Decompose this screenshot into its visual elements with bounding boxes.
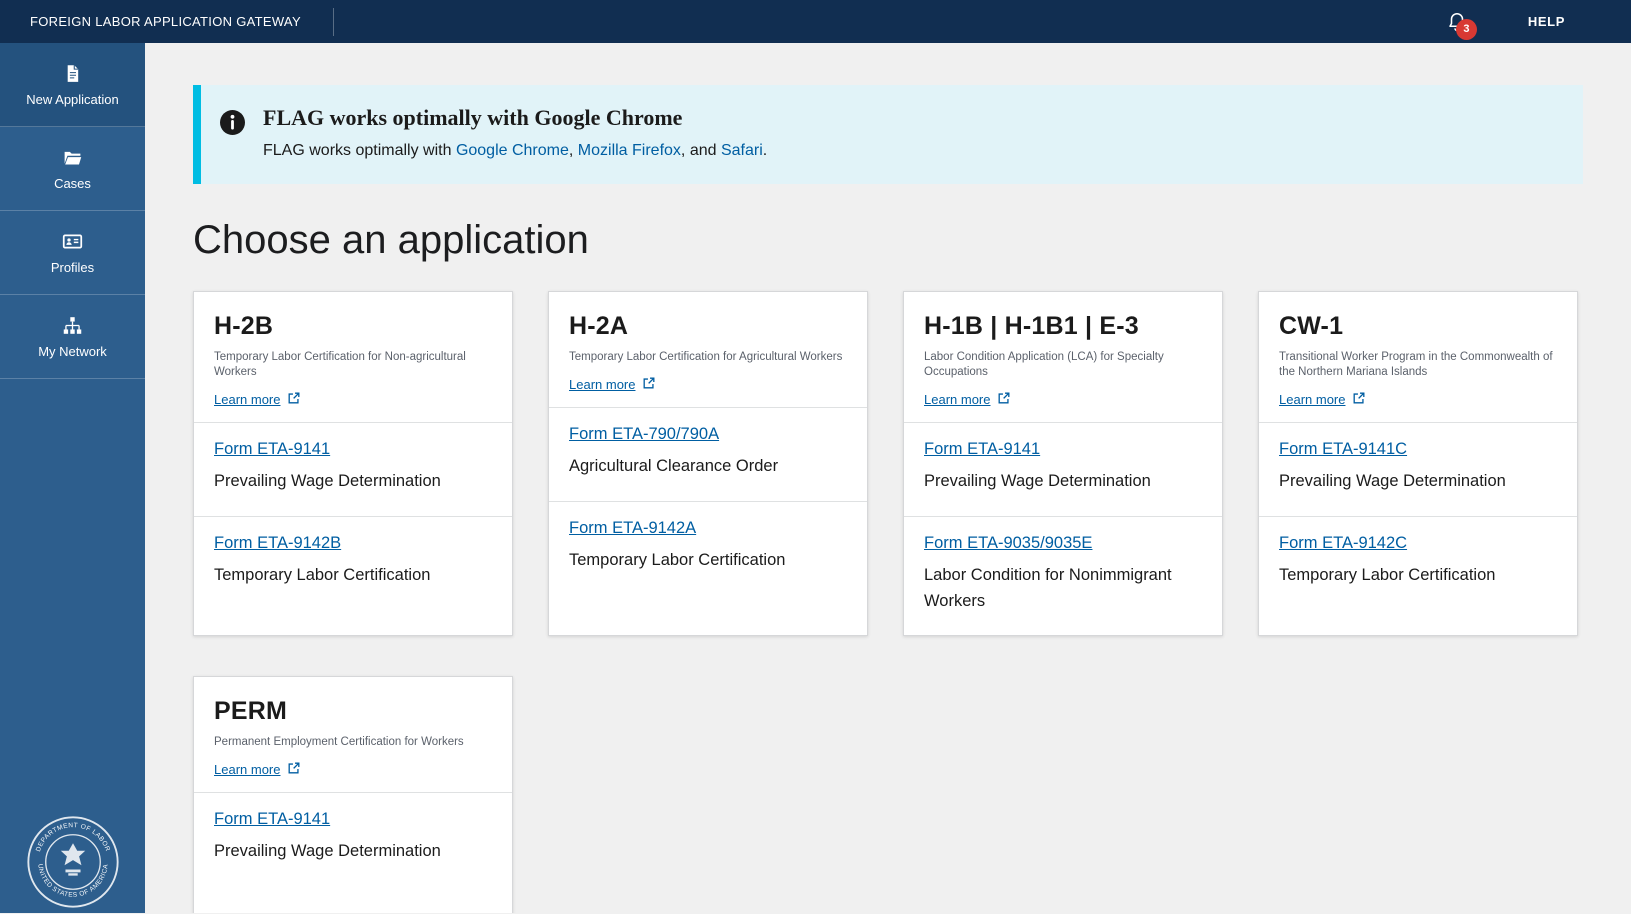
form-option: Form ETA-9035/9035E Labor Condition for … <box>904 517 1222 636</box>
card-description: Temporary Labor Certification for Agricu… <box>569 350 847 365</box>
form-link[interactable]: Form ETA-9141C <box>1279 440 1407 458</box>
learn-more-link[interactable]: Learn more <box>924 391 1011 408</box>
external-link-icon <box>287 761 301 778</box>
learn-more-link[interactable]: Learn more <box>214 761 301 778</box>
card-head: CW-1 Transitional Worker Program in the … <box>1259 292 1577 422</box>
form-option: Form ETA-9141 Prevailing Wage Determinat… <box>194 423 512 515</box>
topbar-divider <box>333 8 334 36</box>
learn-more-label: Learn more <box>569 377 635 392</box>
card-head: H-1B | H-1B1 | E-3 Labor Condition Appli… <box>904 292 1222 422</box>
learn-more-label: Learn more <box>924 392 990 407</box>
card-title: PERM <box>214 697 492 726</box>
form-link[interactable]: Form ETA-9142A <box>569 519 696 537</box>
application-card-perm: PERM Permanent Employment Certification … <box>193 676 513 913</box>
card-description: Labor Condition Application (LCA) for Sp… <box>924 350 1202 380</box>
form-link[interactable]: Form ETA-9141 <box>214 810 330 828</box>
form-option: Form ETA-790/790A Agricultural Clearance… <box>549 408 867 500</box>
form-description: Agricultural Clearance Order <box>569 453 847 479</box>
form-link[interactable]: Form ETA-9142C <box>1279 534 1407 552</box>
mozilla-firefox-link[interactable]: Mozilla Firefox <box>578 142 681 159</box>
alert-body-suffix: . <box>763 142 767 159</box>
form-description: Prevailing Wage Determination <box>214 838 492 864</box>
card-head: H-2B Temporary Labor Certification for N… <box>194 292 512 422</box>
external-link-icon <box>287 391 301 408</box>
topbar: FOREIGN LABOR APPLICATION GATEWAY 3 HELP <box>0 0 1631 43</box>
card-title: CW-1 <box>1279 312 1557 341</box>
learn-more-link[interactable]: Learn more <box>1279 391 1366 408</box>
sidebar-item-label: New Application <box>26 92 119 107</box>
alert-heading: FLAG works optimally with Google Chrome <box>263 105 767 131</box>
app-title[interactable]: FOREIGN LABOR APPLICATION GATEWAY <box>30 14 301 29</box>
notifications-button[interactable]: 3 <box>1446 7 1472 37</box>
form-description: Prevailing Wage Determination <box>924 468 1202 494</box>
sidebar: New Application Cases Profiles <box>0 43 145 913</box>
external-link-icon <box>642 376 656 393</box>
cards-row-2: PERM Permanent Employment Certification … <box>193 676 1583 913</box>
dol-seal-icon: DEPARTMENT OF LABOR UNITED STATES OF AME… <box>26 815 120 909</box>
folder-icon <box>62 147 83 168</box>
application-card-h-2a: H-2A Temporary Labor Certification for A… <box>548 291 868 636</box>
card-description: Temporary Labor Certification for Non-ag… <box>214 350 492 380</box>
alert-body: FLAG works optimally with Google Chrome,… <box>263 140 767 162</box>
sidebar-item-new-application[interactable]: New Application <box>0 43 145 127</box>
sidebar-item-label: Cases <box>54 176 91 191</box>
alert-text: FLAG works optimally with Google Chrome … <box>263 105 767 162</box>
info-icon <box>219 105 246 136</box>
page-title: Choose an application <box>193 218 1583 263</box>
main-content: FLAG works optimally with Google Chrome … <box>145 43 1631 913</box>
learn-more-label: Learn more <box>214 392 280 407</box>
sidebar-item-label: Profiles <box>51 260 94 275</box>
form-description: Labor Condition for Nonimmigrant Workers <box>924 562 1202 615</box>
application-card-h-1b: H-1B | H-1B1 | E-3 Labor Condition Appli… <box>903 291 1223 636</box>
card-head: PERM Permanent Employment Certification … <box>194 677 512 792</box>
alert-body-sep2: , and <box>681 142 721 159</box>
topbar-right: 3 HELP <box>1446 7 1565 37</box>
external-link-icon <box>997 391 1011 408</box>
form-description: Temporary Labor Certification <box>214 562 492 588</box>
application-card-cw-1: CW-1 Transitional Worker Program in the … <box>1258 291 1578 636</box>
form-link[interactable]: Form ETA-9035/9035E <box>924 534 1092 552</box>
form-option: Form ETA-9142B Temporary Labor Certifica… <box>194 517 512 609</box>
card-description: Transitional Worker Program in the Commo… <box>1279 350 1557 380</box>
card-title: H-1B | H-1B1 | E-3 <box>924 312 1202 341</box>
application-card-h-2b: H-2B Temporary Labor Certification for N… <box>193 291 513 636</box>
cards-row-1: H-2B Temporary Labor Certification for N… <box>193 291 1583 636</box>
id-card-icon <box>62 231 83 252</box>
google-chrome-link[interactable]: Google Chrome <box>456 142 569 159</box>
alert-body-prefix: FLAG works optimally with <box>263 142 456 159</box>
form-description: Prevailing Wage Determination <box>214 468 492 494</box>
help-link[interactable]: HELP <box>1528 14 1565 29</box>
external-link-icon <box>1352 391 1366 408</box>
form-link[interactable]: Form ETA-790/790A <box>569 425 719 443</box>
sidebar-item-label: My Network <box>38 344 107 359</box>
form-option: Form ETA-9142A Temporary Labor Certifica… <box>549 502 867 594</box>
form-option: Form ETA-9141 Prevailing Wage Determinat… <box>194 793 512 885</box>
sidebar-item-cases[interactable]: Cases <box>0 127 145 211</box>
form-option: Form ETA-9142C Temporary Labor Certifica… <box>1259 517 1577 609</box>
card-title: H-2B <box>214 312 492 341</box>
learn-more-link[interactable]: Learn more <box>569 376 656 393</box>
form-link[interactable]: Form ETA-9141 <box>214 440 330 458</box>
form-description: Prevailing Wage Determination <box>1279 468 1557 494</box>
card-description: Permanent Employment Certification for W… <box>214 735 492 750</box>
card-title: H-2A <box>569 312 847 341</box>
notification-badge: 3 <box>1456 19 1477 40</box>
form-description: Temporary Labor Certification <box>1279 562 1557 588</box>
form-description: Temporary Labor Certification <box>569 547 847 573</box>
card-head: H-2A Temporary Labor Certification for A… <box>549 292 867 407</box>
document-icon <box>62 63 83 84</box>
form-link[interactable]: Form ETA-9142B <box>214 534 341 552</box>
learn-more-label: Learn more <box>1279 392 1345 407</box>
sidebar-item-profiles[interactable]: Profiles <box>0 211 145 295</box>
form-option: Form ETA-9141C Prevailing Wage Determina… <box>1259 423 1577 515</box>
alert-body-sep1: , <box>569 142 578 159</box>
form-option: Form ETA-9141 Prevailing Wage Determinat… <box>904 423 1222 515</box>
learn-more-link[interactable]: Learn more <box>214 391 301 408</box>
safari-link[interactable]: Safari <box>721 142 763 159</box>
form-link[interactable]: Form ETA-9141 <box>924 440 1040 458</box>
sidebar-item-my-network[interactable]: My Network <box>0 295 145 379</box>
network-icon <box>62 315 83 336</box>
learn-more-label: Learn more <box>214 762 280 777</box>
info-alert: FLAG works optimally with Google Chrome … <box>193 85 1583 184</box>
